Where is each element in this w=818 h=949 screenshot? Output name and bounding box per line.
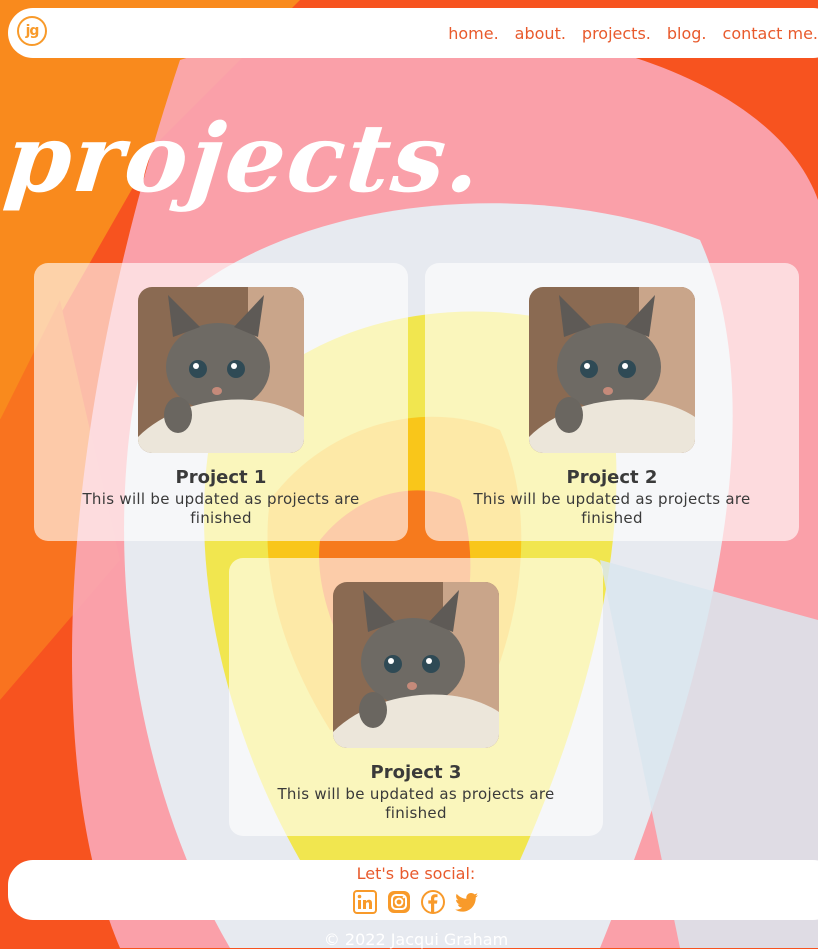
social-label: Let's be social: [356,864,476,883]
project-card-1[interactable]: Project 1 This will be updated as projec… [34,263,408,541]
project-image [138,287,304,453]
facebook-icon[interactable] [421,890,445,914]
project-description: This will be updated as projects are fin… [473,490,751,527]
project-title: Project 2 [566,467,658,488]
instagram-icon[interactable] [387,890,411,914]
nav-about[interactable]: about. [515,24,566,43]
logo[interactable]: jg [17,16,47,46]
social-bar: Let's be social: [8,860,818,920]
twitter-icon[interactable] [455,890,479,914]
project-card-2[interactable]: Project 2 This will be updated as projec… [425,263,799,541]
nav-blog[interactable]: blog. [667,24,707,43]
project-image [333,582,499,748]
project-description: This will be updated as projects are fin… [277,785,555,822]
nav-home[interactable]: home. [448,24,498,43]
copyright: © 2022 Jacqui Graham [323,930,509,949]
project-title: Project 1 [175,467,267,488]
project-description: This will be updated as projects are fin… [82,490,360,527]
project-image [529,287,695,453]
page-title: projects. [0,104,488,214]
logo-text: jg [25,23,40,39]
nav-projects[interactable]: projects. [582,24,651,43]
linkedin-icon[interactable] [353,890,377,914]
navbar: jg home. about. projects. blog. contact … [8,8,818,58]
nav-links: home. about. projects. blog. contact me. [448,8,818,58]
nav-contact[interactable]: contact me. [723,24,818,43]
social-icons [8,890,818,914]
project-card-3[interactable]: Project 3 This will be updated as projec… [229,558,603,836]
project-title: Project 3 [370,762,462,783]
